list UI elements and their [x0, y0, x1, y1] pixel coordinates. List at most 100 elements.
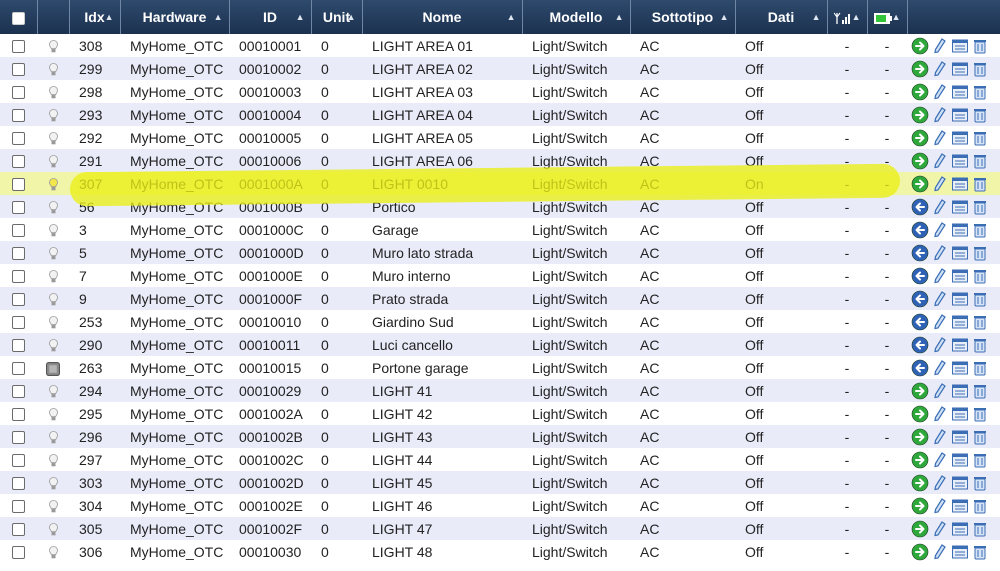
edit-icon[interactable] — [931, 428, 949, 446]
log-icon[interactable] — [951, 60, 969, 78]
row-checkbox[interactable] — [12, 500, 25, 514]
edit-icon[interactable] — [931, 520, 949, 538]
edit-icon[interactable] — [931, 60, 949, 78]
log-icon[interactable] — [951, 175, 969, 193]
row-checkbox[interactable] — [12, 339, 25, 353]
trash-icon[interactable] — [971, 428, 989, 446]
row-checkbox[interactable] — [12, 224, 25, 238]
col-battery[interactable]: ▲ — [867, 0, 908, 34]
log-icon[interactable] — [951, 428, 969, 446]
go-forward-icon[interactable] — [911, 37, 929, 55]
col-sottotipo[interactable]: Sottotipo ▲ — [630, 0, 736, 34]
edit-icon[interactable] — [931, 313, 949, 331]
trash-icon[interactable] — [971, 106, 989, 124]
edit-icon[interactable] — [931, 382, 949, 400]
row-checkbox[interactable] — [12, 40, 25, 54]
trash-icon[interactable] — [971, 382, 989, 400]
edit-icon[interactable] — [931, 267, 949, 285]
table-row[interactable]: 303 MyHome_OTC 0001002D 0 LIGHT 45 Light/Swit… — [0, 471, 1000, 494]
table-row[interactable]: 308 MyHome_OTC 00010001 0 LIGHT AREA 01 Light… — [0, 34, 1000, 57]
table-row[interactable]: 9 MyHome_OTC 0001000F 0 Prato strada Light/Sw… — [0, 287, 1000, 310]
go-forward-icon[interactable] — [911, 129, 929, 147]
table-row[interactable]: 304 MyHome_OTC 0001002E 0 LIGHT 46 Light/Swit… — [0, 494, 1000, 517]
trash-icon[interactable] — [971, 198, 989, 216]
log-icon[interactable] — [951, 221, 969, 239]
row-checkbox[interactable] — [12, 385, 25, 399]
table-row[interactable]: 299 MyHome_OTC 00010002 0 LIGHT AREA 02 Light… — [0, 57, 1000, 80]
select-all-header[interactable] — [0, 0, 38, 34]
trash-icon[interactable] — [971, 129, 989, 147]
row-checkbox[interactable] — [12, 109, 25, 123]
trash-icon[interactable] — [971, 474, 989, 492]
log-icon[interactable] — [951, 198, 969, 216]
row-checkbox[interactable] — [12, 247, 25, 261]
log-icon[interactable] — [951, 290, 969, 308]
edit-icon[interactable] — [931, 129, 949, 147]
log-icon[interactable] — [951, 152, 969, 170]
log-icon[interactable] — [951, 543, 969, 561]
log-icon[interactable] — [951, 474, 969, 492]
table-row[interactable]: 306 MyHome_OTC 00010030 0 LIGHT 48 Light/Swit… — [0, 540, 1000, 563]
trash-icon[interactable] — [971, 290, 989, 308]
table-row[interactable]: 298 MyHome_OTC 00010003 0 LIGHT AREA 03 Light… — [0, 80, 1000, 103]
go-forward-icon[interactable] — [911, 382, 929, 400]
table-row[interactable]: 293 MyHome_OTC 00010004 0 LIGHT AREA 04 Light… — [0, 103, 1000, 126]
log-icon[interactable] — [951, 336, 969, 354]
table-row[interactable]: 294 MyHome_OTC 00010029 0 LIGHT 41 Light/Swit… — [0, 379, 1000, 402]
row-checkbox[interactable] — [12, 431, 25, 445]
trash-icon[interactable] — [971, 405, 989, 423]
edit-icon[interactable] — [931, 221, 949, 239]
trash-icon[interactable] — [971, 267, 989, 285]
log-icon[interactable] — [951, 244, 969, 262]
trash-icon[interactable] — [971, 175, 989, 193]
col-idx[interactable]: Idx ▲ — [69, 0, 121, 34]
select-all-checkbox[interactable] — [11, 11, 25, 25]
edit-icon[interactable] — [931, 37, 949, 55]
trash-icon[interactable] — [971, 520, 989, 538]
go-forward-icon[interactable] — [911, 428, 929, 446]
table-row[interactable]: 253 MyHome_OTC 00010010 0 Giardino Sud Light/… — [0, 310, 1000, 333]
row-checkbox[interactable] — [12, 546, 25, 560]
go-forward-icon[interactable] — [911, 451, 929, 469]
go-back-icon[interactable] — [911, 359, 929, 377]
col-dati[interactable]: Dati ▲ — [735, 0, 828, 34]
row-checkbox[interactable] — [12, 454, 25, 468]
trash-icon[interactable] — [971, 221, 989, 239]
log-icon[interactable] — [951, 382, 969, 400]
trash-icon[interactable] — [971, 451, 989, 469]
trash-icon[interactable] — [971, 497, 989, 515]
col-nome[interactable]: Nome ▲ — [362, 0, 523, 34]
col-hardware[interactable]: Hardware ▲ — [120, 0, 230, 34]
row-checkbox[interactable] — [12, 408, 25, 422]
row-checkbox[interactable] — [12, 270, 25, 284]
trash-icon[interactable] — [971, 152, 989, 170]
edit-icon[interactable] — [931, 290, 949, 308]
edit-icon[interactable] — [931, 451, 949, 469]
table-row[interactable]: 56 MyHome_OTC 0001000B 0 Portico Light/Switch… — [0, 195, 1000, 218]
row-checkbox[interactable] — [12, 86, 25, 100]
go-forward-icon[interactable] — [911, 497, 929, 515]
go-back-icon[interactable] — [911, 198, 929, 216]
edit-icon[interactable] — [931, 497, 949, 515]
go-back-icon[interactable] — [911, 267, 929, 285]
row-checkbox[interactable] — [12, 178, 25, 192]
log-icon[interactable] — [951, 37, 969, 55]
edit-icon[interactable] — [931, 405, 949, 423]
table-row[interactable]: 263 MyHome_OTC 00010015 0 Portone garage Ligh… — [0, 356, 1000, 379]
edit-icon[interactable] — [931, 336, 949, 354]
trash-icon[interactable] — [971, 543, 989, 561]
row-checkbox[interactable] — [12, 201, 25, 215]
col-id[interactable]: ID ▲ — [229, 0, 312, 34]
col-signal[interactable]: ▲ — [827, 0, 868, 34]
go-back-icon[interactable] — [911, 313, 929, 331]
table-row[interactable]: 291 MyHome_OTC 00010006 0 LIGHT AREA 06 Light… — [0, 149, 1000, 172]
go-forward-icon[interactable] — [911, 474, 929, 492]
go-forward-icon[interactable] — [911, 405, 929, 423]
col-modello[interactable]: Modello ▲ — [522, 0, 631, 34]
row-checkbox[interactable] — [12, 293, 25, 307]
go-back-icon[interactable] — [911, 221, 929, 239]
trash-icon[interactable] — [971, 83, 989, 101]
table-row[interactable]: 307 MyHome_OTC 0001000A 0 LIGHT 0010 Light/Sw… — [0, 172, 1000, 195]
row-checkbox[interactable] — [12, 316, 25, 330]
table-row[interactable]: 5 MyHome_OTC 0001000D 0 Muro lato strada Ligh… — [0, 241, 1000, 264]
